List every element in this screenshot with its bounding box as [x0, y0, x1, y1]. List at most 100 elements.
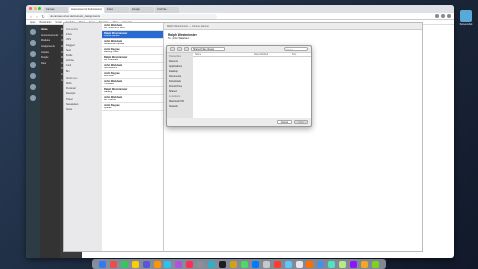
dialog-sidebar: Favourites Recents Applications Desktop … — [167, 53, 193, 118]
browser-tab[interactable]: Canvas — [44, 7, 68, 13]
help-icon[interactable] — [30, 95, 36, 101]
reading-pane-bar: Ralph Westminster — Course planner — [164, 23, 422, 30]
dock-app-icon[interactable] — [273, 260, 281, 268]
account-icon[interactable] — [30, 29, 36, 35]
courses-icon[interactable] — [30, 51, 36, 57]
dock-app-icon[interactable] — [350, 260, 358, 268]
dock-app-icon[interactable] — [262, 260, 270, 268]
message-row[interactable]: John Walsham Timetable — [102, 79, 163, 87]
back-button[interactable] — [170, 47, 175, 51]
global-nav — [26, 25, 40, 258]
dock-app-icon[interactable] — [339, 260, 347, 268]
open-button[interactable]: Open — [294, 120, 308, 124]
extension-icon[interactable] — [435, 14, 439, 18]
inbox-icon[interactable] — [30, 73, 36, 79]
profile-avatar[interactable] — [447, 14, 451, 18]
message-row[interactable]: John Walsham Assessment update — [102, 39, 163, 47]
name-column[interactable]: Name — [193, 53, 252, 56]
history-icon[interactable] — [30, 84, 36, 90]
dock-app-icon[interactable] — [120, 260, 128, 268]
message-header: Ralph Westminster To: John Walsham — [164, 30, 422, 43]
size-column[interactable]: Size — [290, 53, 311, 56]
browser-toolbar: ‹ › ↻ uk.canvas.ucl.ac.uk/courses/_/assi… — [26, 13, 454, 20]
tab-bar: Canvas Assessment & Submissions Inbox Go… — [26, 5, 454, 13]
dock-app-icon[interactable] — [109, 260, 117, 268]
calendar-icon[interactable] — [30, 62, 36, 68]
dock-app-icon[interactable] — [164, 260, 172, 268]
mail-folder[interactable]: Bin — [66, 69, 100, 74]
file-list[interactable]: Name Date Modified Size — [193, 53, 311, 118]
dock-app-icon[interactable] — [328, 260, 336, 268]
message-subject: Timetable — [104, 83, 114, 85]
bookmark-item[interactable]: Gmail — [55, 21, 61, 24]
bookmark-item[interactable]: Bookmarks — [39, 21, 51, 24]
course-nav-item[interactable]: Files — [41, 61, 59, 67]
message-row[interactable]: John Walsham Re: Scheme of work — [102, 23, 163, 31]
dock-app-icon[interactable] — [240, 260, 248, 268]
location-popup[interactable]: Shared Files Viewer — [191, 47, 225, 51]
dock-app-icon[interactable] — [219, 260, 227, 268]
message-subject: Re: Planner — [104, 99, 117, 101]
message-subject: Reminder — [104, 75, 114, 77]
dock-app-icon[interactable] — [153, 260, 161, 268]
dock-app-icon[interactable] — [284, 260, 292, 268]
dock-app-icon[interactable] — [175, 260, 183, 268]
dock-app-icon[interactable] — [197, 260, 205, 268]
desktop-file-icon[interactable] — [460, 10, 472, 22]
message-row-selected[interactable]: Ralph Westminster Course planner — [102, 31, 163, 39]
message-row[interactable]: Ralph Westminster Marking — [102, 87, 163, 95]
minimize-window-button[interactable] — [33, 7, 37, 10]
close-window-button[interactable] — [29, 7, 32, 10]
back-icon[interactable]: ‹ — [29, 14, 33, 19]
browser-tab[interactable]: Inbox — [104, 7, 129, 13]
file-list-header: Name Date Modified Size — [193, 53, 311, 57]
zoom-window-button[interactable] — [38, 7, 41, 10]
dock-app-icon[interactable] — [98, 260, 106, 268]
sidebar-location[interactable]: Network — [169, 104, 191, 109]
course-nav: Home Announcements Modules Assignments G… — [40, 25, 60, 258]
view-mode-button[interactable] — [184, 47, 189, 51]
message-row[interactable]: John Walsham Re: Planner — [102, 95, 163, 103]
dock-app-icon[interactable] — [251, 260, 259, 268]
extension-icon[interactable] — [441, 14, 445, 18]
reload-icon[interactable]: ↻ — [41, 14, 45, 19]
message-row[interactable]: Joint Degree Update — [102, 103, 163, 111]
mail-folder[interactable]: Notes — [66, 107, 100, 112]
message-subject: Marking — [104, 91, 113, 93]
browser-tab[interactable]: Google — [129, 7, 154, 13]
message-subject: Re: Scheme of work — [104, 27, 125, 29]
message-row[interactable]: Ralph Westminster Re: Feedback — [102, 55, 163, 63]
dock-app-icon[interactable] — [295, 260, 303, 268]
forward-icon[interactable]: › — [35, 14, 39, 19]
message-row[interactable]: Joint Degree Reminder — [102, 71, 163, 79]
dashboard-icon[interactable] — [30, 40, 36, 46]
address-bar[interactable]: uk.canvas.ucl.ac.uk/courses/_/assignment… — [47, 13, 217, 19]
dialog-buttons: Cancel Open — [167, 118, 311, 126]
dock-app-icon[interactable] — [208, 260, 216, 268]
bookmark-item[interactable]: Apps — [30, 21, 35, 24]
desktop-file-label: Screenshot — [459, 23, 473, 26]
cancel-button[interactable]: Cancel — [276, 120, 293, 124]
message-list: John Walsham Re: Scheme of work Ralph Wes… — [102, 23, 164, 251]
date-column[interactable]: Date Modified — [252, 53, 290, 56]
message-row[interactable]: John Walsham Submissions — [102, 63, 163, 71]
forward-button[interactable] — [177, 47, 182, 51]
message-subject: Re: Feedback — [104, 59, 119, 61]
search-input[interactable]: Search — [284, 47, 308, 51]
message-subject: Assessment update — [104, 43, 125, 45]
browser-tab-active[interactable]: Assessment & Submissions — [69, 7, 104, 13]
file-open-dialog: Shared Files Viewer Search Favourites Re… — [166, 45, 312, 127]
message-row[interactable]: Joint Degree Meeting notes — [102, 47, 163, 55]
dock-app-icon[interactable] — [142, 260, 150, 268]
dialog-toolbar: Shared Files Viewer Search — [167, 46, 311, 53]
dock-app-icon[interactable] — [371, 260, 379, 268]
dock-app-icon[interactable] — [229, 260, 237, 268]
dock-app-icon[interactable] — [317, 260, 325, 268]
mail-sidebar: Favourites Inbox VIPs Flagged Sent Draft… — [64, 23, 102, 251]
dock-app-icon[interactable] — [186, 260, 194, 268]
browser-tab[interactable]: YouTube — [154, 7, 179, 13]
dock-app-icon[interactable] — [306, 260, 314, 268]
message-subject: Submissions — [104, 67, 118, 69]
dock-app-icon[interactable] — [361, 260, 369, 268]
dock-app-icon[interactable] — [131, 260, 139, 268]
